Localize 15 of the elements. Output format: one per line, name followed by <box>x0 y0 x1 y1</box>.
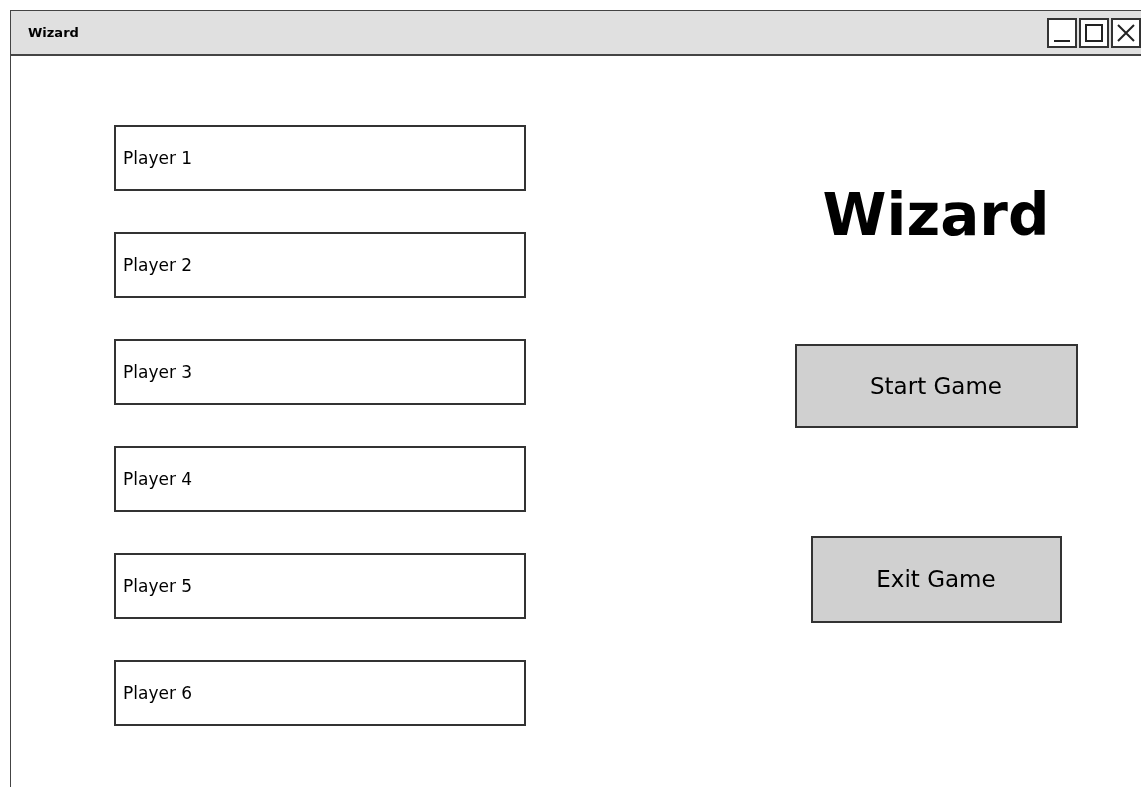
app-heading: Wizard <box>822 186 1050 244</box>
player-name-field[interactable]: Player 6 <box>114 660 526 726</box>
close-icon <box>1116 22 1136 43</box>
close-button[interactable] <box>1111 17 1141 48</box>
window-title: Wizard <box>28 23 79 42</box>
minimize-button[interactable] <box>1047 17 1077 48</box>
maximize-icon <box>1085 23 1103 42</box>
player-name-field[interactable]: Player 1 <box>114 125 526 191</box>
player-name-field[interactable]: Player 5 <box>114 553 526 619</box>
maximize-button[interactable] <box>1079 17 1109 48</box>
start-game-button[interactable]: Start Game <box>794 344 1078 428</box>
player-name-field[interactable]: Player 4 <box>114 446 526 512</box>
exit-game-button[interactable]: Exit Game <box>810 536 1062 623</box>
player-name-field[interactable]: Player 3 <box>114 339 526 405</box>
player-name-field[interactable]: Player 2 <box>114 232 526 298</box>
